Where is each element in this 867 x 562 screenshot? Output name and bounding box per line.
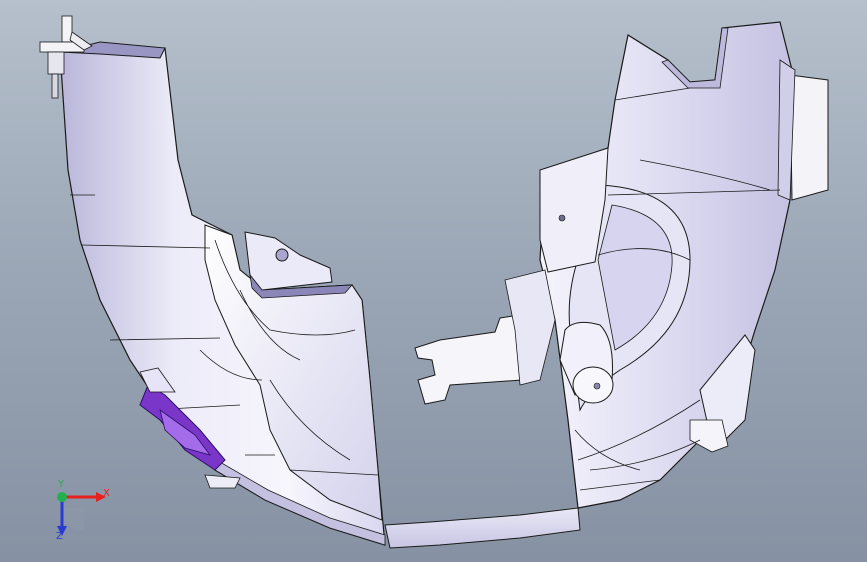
right-projecting-tab (414, 314, 523, 405)
fender-liner-model[interactable] (0, 0, 867, 562)
triad-x-label: X (103, 488, 110, 499)
right-bracket-hole (558, 214, 566, 222)
left-mounting-tab (244, 231, 333, 291)
right-liner-half[interactable] (414, 21, 829, 509)
coordinate-triad: X Y Z (40, 480, 120, 550)
right-lower-clip (689, 419, 729, 453)
triad-y-label: Y (58, 479, 65, 490)
bottom-center-strip (384, 507, 581, 549)
left-tab-hole (275, 248, 289, 262)
cad-graphics-viewport[interactable]: X Y Z (0, 0, 867, 562)
right-side-panel (789, 74, 829, 201)
triad-z-label: Z (56, 531, 63, 542)
left-liner-half[interactable] (39, 15, 386, 546)
